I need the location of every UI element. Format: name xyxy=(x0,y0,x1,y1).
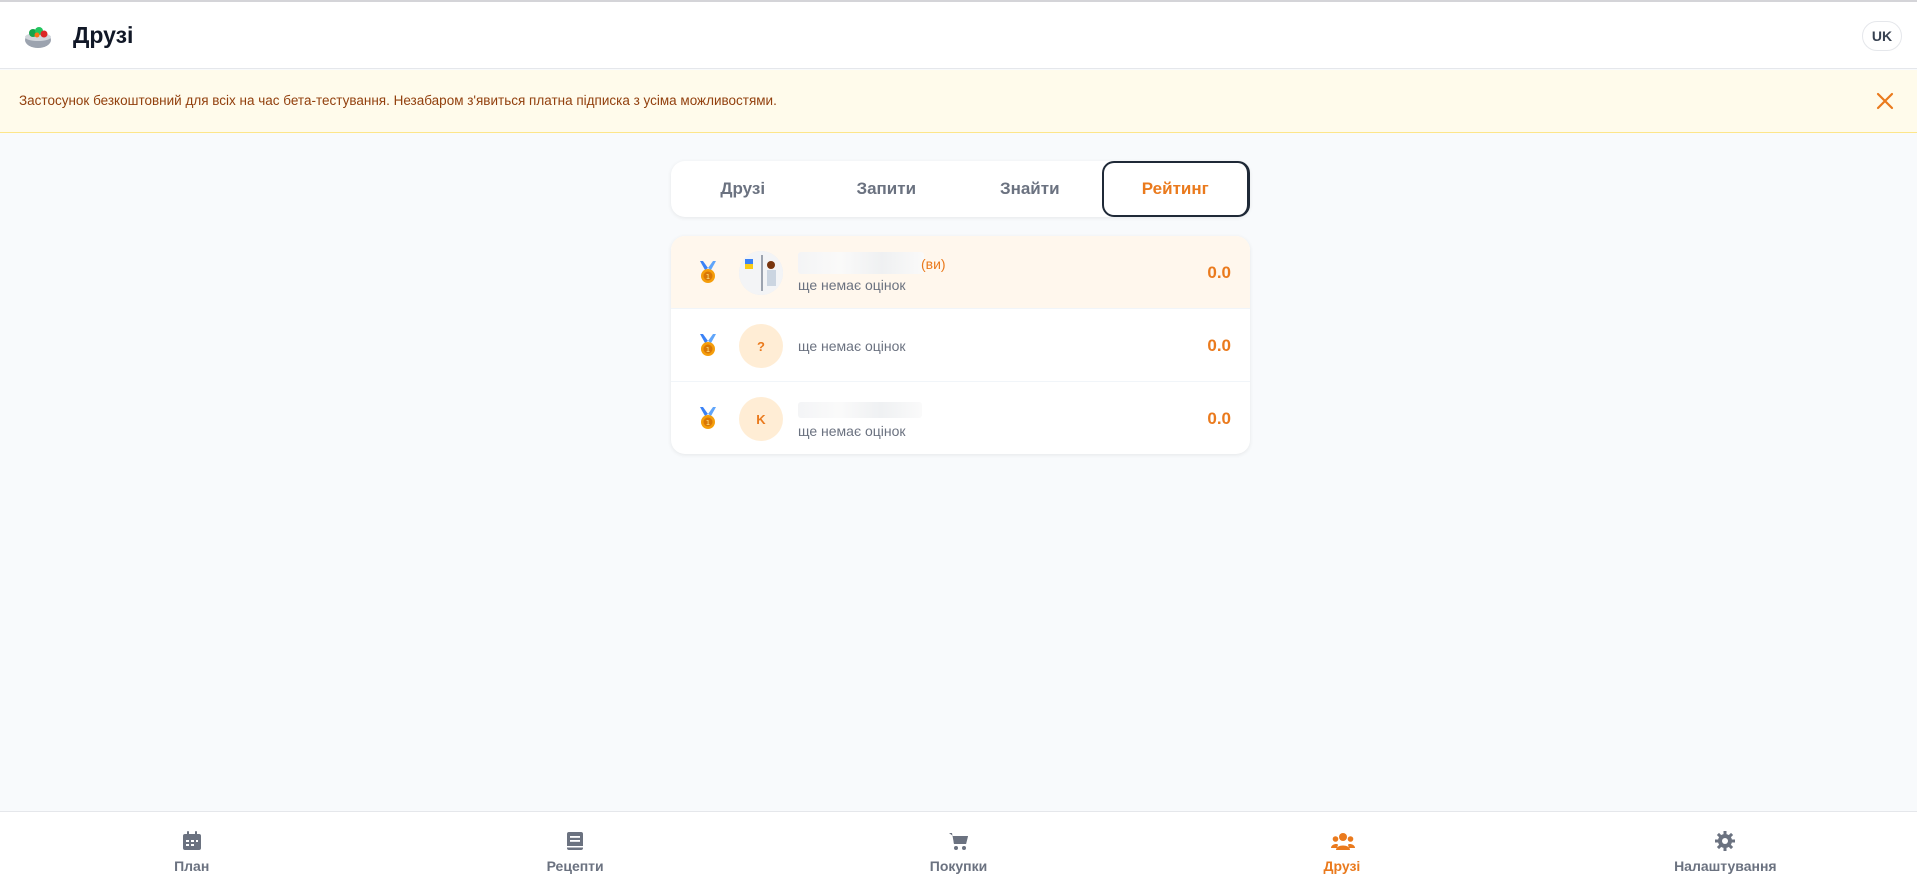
language-switch-button[interactable]: UK xyxy=(1862,21,1902,51)
avatar xyxy=(739,251,783,295)
user-name-hidden xyxy=(798,402,922,418)
friends-tabs: Друзі Запити Знайти Рейтинг xyxy=(671,161,1250,217)
beta-banner: Застосунок безкоштовний для всіх на час … xyxy=(0,70,1917,133)
nav-shopping[interactable]: Покупки xyxy=(767,812,1150,886)
nav-label: План xyxy=(174,858,210,874)
ratings-status: ще немає оцінок xyxy=(798,423,906,439)
nav-label: Налаштування xyxy=(1674,858,1777,874)
nav-label: Рецепти xyxy=(546,858,604,874)
cart-icon xyxy=(948,830,970,852)
tab-rating[interactable]: Рейтинг xyxy=(1101,161,1250,217)
nav-friends[interactable]: Друзі xyxy=(1150,812,1533,886)
medal-icon: 1 xyxy=(697,260,719,286)
salad-bowl-icon xyxy=(22,20,54,52)
user-name-hidden xyxy=(798,252,924,274)
bottom-navigation: План Рецепти Покупки Друзі Налаштування xyxy=(0,811,1917,886)
ranking-list: 1 (ви) ще немає оцінок 0.0 1 ? ще немає … xyxy=(671,236,1250,454)
you-tag: (ви) xyxy=(921,256,946,272)
svg-text:1: 1 xyxy=(706,346,710,354)
app-header: Друзі UK xyxy=(0,2,1917,69)
svg-text:1: 1 xyxy=(706,273,710,281)
banner-text: Застосунок безкоштовний для всіх на час … xyxy=(19,93,777,108)
avatar: ? xyxy=(739,324,783,368)
user-score: 0.0 xyxy=(1207,336,1231,355)
nav-settings[interactable]: Налаштування xyxy=(1534,812,1917,886)
ranking-row[interactable]: 1 K ще немає оцінок 0.0 xyxy=(671,382,1250,454)
close-icon[interactable] xyxy=(1873,89,1897,113)
nav-label: Покупки xyxy=(929,858,988,874)
tab-find[interactable]: Знайти xyxy=(958,161,1102,217)
ratings-status: ще немає оцінок xyxy=(798,277,906,293)
user-score: 0.0 xyxy=(1207,263,1231,282)
tab-friends[interactable]: Друзі xyxy=(671,161,815,217)
ranking-row[interactable]: 1 ? ще немає оцінок 0.0 xyxy=(671,309,1250,382)
gear-icon xyxy=(1714,830,1736,852)
user-score: 0.0 xyxy=(1207,409,1231,428)
calendar-icon xyxy=(181,830,203,852)
book-icon xyxy=(564,830,586,852)
svg-text:1: 1 xyxy=(706,419,710,427)
nav-label: Друзі xyxy=(1323,858,1361,874)
medal-icon: 1 xyxy=(697,406,719,432)
tab-requests[interactable]: Запити xyxy=(815,161,959,217)
users-icon xyxy=(1330,830,1355,852)
avatar: K xyxy=(739,397,783,441)
ratings-status: ще немає оцінок xyxy=(798,338,906,354)
page-title: Друзі xyxy=(73,22,134,48)
ranking-row[interactable]: 1 (ви) ще немає оцінок 0.0 xyxy=(671,236,1250,309)
nav-plan[interactable]: План xyxy=(0,812,383,886)
nav-recipes[interactable]: Рецепти xyxy=(383,812,766,886)
medal-icon: 1 xyxy=(697,333,719,359)
